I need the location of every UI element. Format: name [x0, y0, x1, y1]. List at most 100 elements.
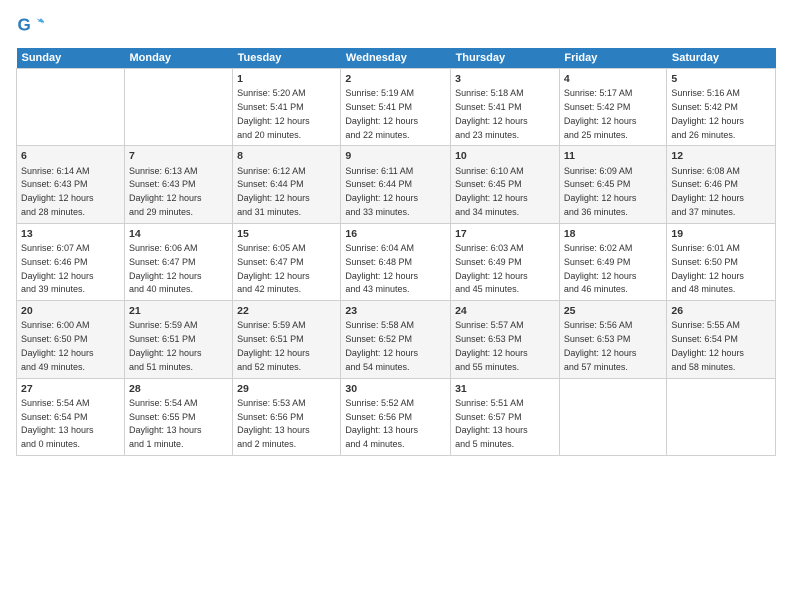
day-cell: 8 Sunrise: 6:12 AM Sunset: 6:44 PM Daylig… [233, 146, 341, 223]
day-number: 1 [237, 72, 336, 86]
day-cell: 16 Sunrise: 6:04 AM Sunset: 6:48 PM Dayli… [341, 223, 451, 300]
day-info: Sunrise: 6:14 AM Sunset: 6:43 PM Dayligh… [21, 166, 94, 217]
day-number: 5 [671, 72, 771, 86]
day-number: 6 [21, 149, 120, 163]
week-row-4: 27Sunrise: 5:54 AM Sunset: 6:54 PM Dayli… [17, 378, 776, 455]
day-info: Sunrise: 5:57 AM Sunset: 6:53 PM Dayligh… [455, 320, 528, 371]
day-cell [667, 378, 776, 455]
svg-text:G: G [18, 16, 31, 35]
day-cell: 6 Sunrise: 6:14 AM Sunset: 6:43 PM Daylig… [17, 146, 125, 223]
day-number: 17 [455, 227, 555, 241]
day-cell: 22 Sunrise: 5:59 AM Sunset: 6:51 PM Dayli… [233, 301, 341, 378]
day-cell: 4 Sunrise: 5:17 AM Sunset: 5:42 PM Daylig… [559, 69, 667, 146]
day-number: 8 [237, 149, 336, 163]
week-row-1: 6 Sunrise: 6:14 AM Sunset: 6:43 PM Daylig… [17, 146, 776, 223]
day-cell: 17 Sunrise: 6:03 AM Sunset: 6:49 PM Dayli… [451, 223, 560, 300]
day-number: 27 [21, 382, 120, 396]
day-cell: 24 Sunrise: 5:57 AM Sunset: 6:53 PM Dayli… [451, 301, 560, 378]
day-number: 14 [129, 227, 228, 241]
day-cell: 18Sunrise: 6:02 AM Sunset: 6:49 PM Dayli… [559, 223, 667, 300]
header-cell-thursday: Thursday [451, 48, 560, 69]
day-number: 26 [671, 304, 771, 318]
day-info: Sunrise: 5:59 AM Sunset: 6:51 PM Dayligh… [237, 320, 310, 371]
day-number: 19 [671, 227, 771, 241]
day-cell [17, 69, 125, 146]
day-cell: 1 Sunrise: 5:20 AM Sunset: 5:41 PM Daylig… [233, 69, 341, 146]
day-cell: 21 Sunrise: 5:59 AM Sunset: 6:51 PM Dayli… [124, 301, 232, 378]
day-cell: 9 Sunrise: 6:11 AM Sunset: 6:44 PM Daylig… [341, 146, 451, 223]
day-cell: 29 Sunrise: 5:53 AM Sunset: 6:56 PM Dayli… [233, 378, 341, 455]
day-info: Sunrise: 5:16 AM Sunset: 5:42 PM Dayligh… [671, 88, 744, 139]
day-cell: 19Sunrise: 6:01 AM Sunset: 6:50 PM Dayli… [667, 223, 776, 300]
day-cell: 14 Sunrise: 6:06 AM Sunset: 6:47 PM Dayli… [124, 223, 232, 300]
day-info: Sunrise: 6:06 AM Sunset: 6:47 PM Dayligh… [129, 243, 202, 294]
day-number: 29 [237, 382, 336, 396]
day-info: Sunrise: 5:54 AM Sunset: 6:55 PM Dayligh… [129, 398, 202, 449]
day-cell: 23 Sunrise: 5:58 AM Sunset: 6:52 PM Dayli… [341, 301, 451, 378]
day-cell: 30 Sunrise: 5:52 AM Sunset: 6:56 PM Dayli… [341, 378, 451, 455]
day-info: Sunrise: 5:56 AM Sunset: 6:53 PM Dayligh… [564, 320, 637, 371]
day-info: Sunrise: 5:17 AM Sunset: 5:42 PM Dayligh… [564, 88, 637, 139]
day-number: 3 [455, 72, 555, 86]
header-cell-friday: Friday [559, 48, 667, 69]
header-cell-saturday: Saturday [667, 48, 776, 69]
day-number: 28 [129, 382, 228, 396]
day-info: Sunrise: 5:20 AM Sunset: 5:41 PM Dayligh… [237, 88, 310, 139]
logo: G [16, 12, 48, 40]
day-cell [124, 69, 232, 146]
header-cell-wednesday: Wednesday [341, 48, 451, 69]
day-cell: 27Sunrise: 5:54 AM Sunset: 6:54 PM Dayli… [17, 378, 125, 455]
day-info: Sunrise: 5:19 AM Sunset: 5:41 PM Dayligh… [345, 88, 418, 139]
header-row: SundayMondayTuesdayWednesdayThursdayFrid… [17, 48, 776, 69]
day-number: 16 [345, 227, 446, 241]
calendar-table: SundayMondayTuesdayWednesdayThursdayFrid… [16, 48, 776, 456]
day-number: 24 [455, 304, 555, 318]
day-cell: 11Sunrise: 6:09 AM Sunset: 6:45 PM Dayli… [559, 146, 667, 223]
day-number: 18 [564, 227, 663, 241]
header-cell-tuesday: Tuesday [233, 48, 341, 69]
week-row-0: 1 Sunrise: 5:20 AM Sunset: 5:41 PM Daylig… [17, 69, 776, 146]
day-number: 7 [129, 149, 228, 163]
day-info: Sunrise: 6:11 AM Sunset: 6:44 PM Dayligh… [345, 166, 418, 217]
day-cell: 28 Sunrise: 5:54 AM Sunset: 6:55 PM Dayli… [124, 378, 232, 455]
day-cell: 5 Sunrise: 5:16 AM Sunset: 5:42 PM Daylig… [667, 69, 776, 146]
day-info: Sunrise: 5:52 AM Sunset: 6:56 PM Dayligh… [345, 398, 418, 449]
day-cell: 3Sunrise: 5:18 AM Sunset: 5:41 PM Daylig… [451, 69, 560, 146]
header: G [16, 12, 776, 40]
day-number: 30 [345, 382, 446, 396]
day-cell [559, 378, 667, 455]
day-cell: 12 Sunrise: 6:08 AM Sunset: 6:46 PM Dayli… [667, 146, 776, 223]
day-info: Sunrise: 6:03 AM Sunset: 6:49 PM Dayligh… [455, 243, 528, 294]
day-cell: 25 Sunrise: 5:56 AM Sunset: 6:53 PM Dayli… [559, 301, 667, 378]
day-number: 15 [237, 227, 336, 241]
day-info: Sunrise: 6:07 AM Sunset: 6:46 PM Dayligh… [21, 243, 94, 294]
day-number: 10 [455, 149, 555, 163]
page: G SundayMondayTuesdayWednesdayThursdayFr… [0, 0, 792, 612]
day-cell: 2 Sunrise: 5:19 AM Sunset: 5:41 PM Daylig… [341, 69, 451, 146]
day-info: Sunrise: 5:58 AM Sunset: 6:52 PM Dayligh… [345, 320, 418, 371]
day-info: Sunrise: 6:05 AM Sunset: 6:47 PM Dayligh… [237, 243, 310, 294]
day-info: Sunrise: 6:10 AM Sunset: 6:45 PM Dayligh… [455, 166, 528, 217]
day-number: 13 [21, 227, 120, 241]
day-number: 2 [345, 72, 446, 86]
logo-icon: G [16, 12, 44, 40]
day-info: Sunrise: 6:04 AM Sunset: 6:48 PM Dayligh… [345, 243, 418, 294]
day-info: Sunrise: 5:55 AM Sunset: 6:54 PM Dayligh… [671, 320, 744, 371]
day-number: 25 [564, 304, 663, 318]
day-number: 23 [345, 304, 446, 318]
day-info: Sunrise: 6:12 AM Sunset: 6:44 PM Dayligh… [237, 166, 310, 217]
day-info: Sunrise: 6:08 AM Sunset: 6:46 PM Dayligh… [671, 166, 744, 217]
day-info: Sunrise: 5:51 AM Sunset: 6:57 PM Dayligh… [455, 398, 528, 449]
day-cell: 20Sunrise: 6:00 AM Sunset: 6:50 PM Dayli… [17, 301, 125, 378]
day-cell: 7 Sunrise: 6:13 AM Sunset: 6:43 PM Daylig… [124, 146, 232, 223]
day-number: 22 [237, 304, 336, 318]
day-number: 4 [564, 72, 663, 86]
day-info: Sunrise: 5:53 AM Sunset: 6:56 PM Dayligh… [237, 398, 310, 449]
day-number: 12 [671, 149, 771, 163]
day-info: Sunrise: 5:59 AM Sunset: 6:51 PM Dayligh… [129, 320, 202, 371]
day-number: 9 [345, 149, 446, 163]
day-info: Sunrise: 6:09 AM Sunset: 6:45 PM Dayligh… [564, 166, 637, 217]
day-number: 21 [129, 304, 228, 318]
day-cell: 13 Sunrise: 6:07 AM Sunset: 6:46 PM Dayli… [17, 223, 125, 300]
day-info: Sunrise: 6:13 AM Sunset: 6:43 PM Dayligh… [129, 166, 202, 217]
